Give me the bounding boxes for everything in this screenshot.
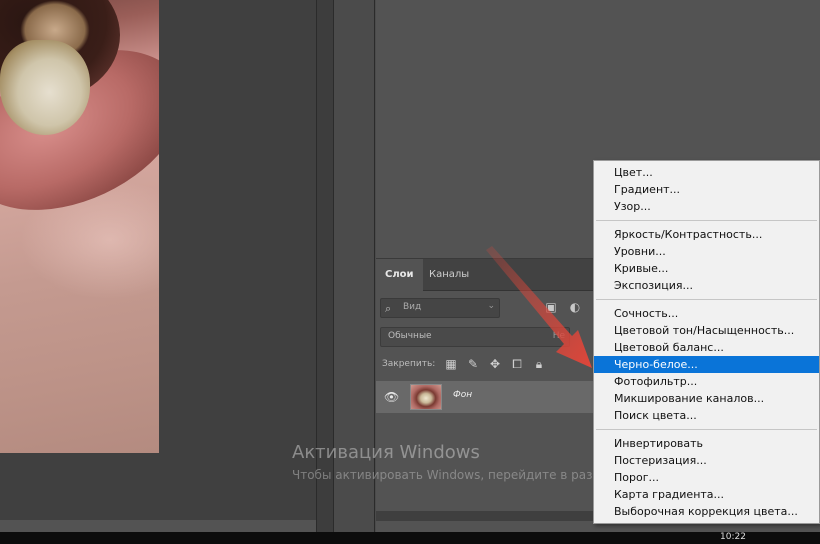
menu-item[interactable]: Фотофильтр... [594, 373, 819, 390]
lock-label: Закрепить: [382, 359, 436, 369]
menu-item[interactable]: Уровни... [594, 243, 819, 260]
menu-item[interactable]: Порог... [594, 469, 819, 486]
menu-item[interactable]: Инвертировать [594, 435, 819, 452]
menu-item[interactable]: Микширование каналов... [594, 390, 819, 407]
taskbar-clock: 10:22 [720, 532, 746, 542]
menu-item[interactable]: Цветовой тон/Насыщенность... [594, 322, 819, 339]
menu-separator [596, 429, 817, 430]
lock-brush-icon[interactable]: ✎ [466, 357, 480, 371]
menu-separator [596, 220, 817, 221]
adjustment-layer-menu: Цвет... Градиент... Узор... Яркость/Контрас… [593, 160, 820, 524]
canvas-area[interactable] [0, 0, 330, 520]
tab-channels[interactable]: Каналы [420, 259, 478, 291]
menu-item[interactable]: Градиент... [594, 181, 819, 198]
menu-item[interactable]: Черно-белое... [594, 356, 819, 373]
menu-item[interactable]: Постеризация... [594, 452, 819, 469]
photo-canvas[interactable] [0, 0, 159, 453]
menu-item[interactable]: Кривые... [594, 260, 819, 277]
blend-mode-value: Обычные [388, 331, 432, 341]
menu-separator [596, 299, 817, 300]
search-icon: ⌕ [385, 302, 392, 315]
menu-item[interactable]: Выборочная коррекция цвета... [594, 503, 819, 520]
menu-item[interactable]: Поиск цвета... [594, 407, 819, 424]
tab-layers[interactable]: Слои [376, 259, 423, 291]
layer-thumbnail[interactable] [410, 384, 442, 410]
windows-activation-title: Активация Windows [292, 442, 480, 463]
red-arrow-annotation [486, 246, 592, 368]
menu-item[interactable]: Узор... [594, 198, 819, 215]
eye-icon[interactable]: 👁︎ [384, 390, 399, 404]
layer-name[interactable]: Фон [453, 390, 472, 400]
taskbar [0, 532, 820, 544]
menu-item[interactable]: Карта градиента... [594, 486, 819, 503]
menu-item[interactable]: Сочность... [594, 305, 819, 322]
menu-item[interactable]: Цвет... [594, 164, 819, 181]
menu-item[interactable]: Цветовой баланс... [594, 339, 819, 356]
menu-item[interactable]: Яркость/Контрастность... [594, 226, 819, 243]
tooth [0, 40, 90, 135]
layer-filter-label: Вид [403, 302, 422, 312]
photoshop-window: Слои Каналы ⌕ Вид ⌄ ▣ ◐ Обычные Не Закре… [0, 0, 820, 544]
lock-pixels-icon[interactable]: ▦ [444, 357, 458, 371]
menu-item[interactable]: Экспозиция... [594, 277, 819, 294]
